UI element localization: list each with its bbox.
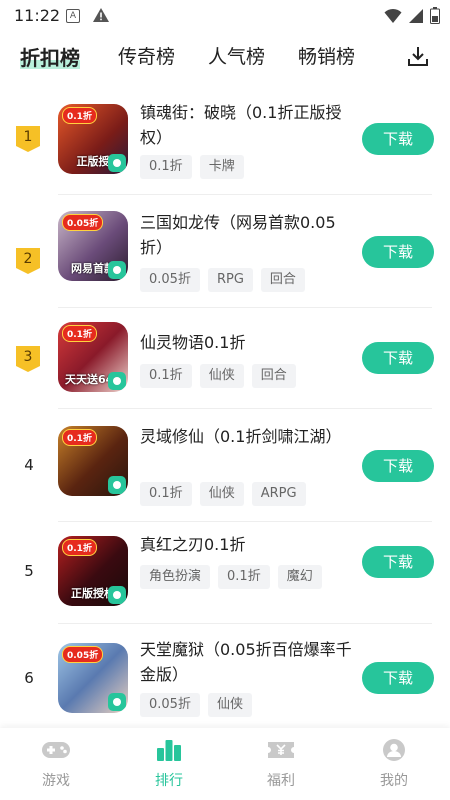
- download-button[interactable]: 下载: [362, 546, 434, 578]
- nav-label: 我的: [380, 773, 408, 789]
- game-icon[interactable]: 0.1折 正版授: [58, 104, 128, 174]
- nav-label: 游戏: [42, 773, 70, 789]
- tab-discount[interactable]: 折扣榜: [20, 42, 80, 71]
- game-title[interactable]: 真红之刃0.1折: [140, 532, 355, 557]
- user-icon: [379, 739, 409, 766]
- battery-icon: [430, 7, 440, 28]
- rank-number: 2: [23, 251, 33, 267]
- game-tag: 仙侠: [199, 364, 244, 388]
- status-time: 11:22: [14, 6, 61, 25]
- verified-icon: [108, 586, 126, 604]
- rank-number: 4: [24, 456, 34, 474]
- rank-badge-2: 2: [16, 248, 40, 274]
- icon-discount-badge: 0.05折: [62, 646, 104, 663]
- rank-number: 3: [23, 349, 33, 365]
- icon-discount-badge: 0.1折: [62, 107, 97, 124]
- icon-discount-badge: 0.05折: [62, 214, 104, 231]
- game-icon[interactable]: 0.1折: [58, 426, 128, 496]
- game-tags: 0.1折 仙侠 回合: [140, 364, 296, 388]
- divider: [58, 408, 432, 409]
- ranking-icon: [154, 740, 184, 766]
- download-manager-icon[interactable]: [406, 44, 430, 72]
- signal-icon: [408, 8, 424, 28]
- tab-popular[interactable]: 人气榜: [208, 42, 265, 69]
- game-icon[interactable]: 0.05折 网易首款: [58, 211, 128, 281]
- game-tag: ARPG: [251, 482, 306, 506]
- download-button[interactable]: 下载: [362, 123, 434, 155]
- nav-ranking[interactable]: 排行: [129, 738, 209, 790]
- warning-icon: [92, 7, 110, 27]
- bottom-nav: 游戏 排行 福利 我的: [0, 728, 450, 800]
- game-tag: 回合: [251, 364, 296, 388]
- download-button[interactable]: 下载: [362, 342, 434, 374]
- download-button[interactable]: 下载: [362, 450, 434, 482]
- list-item[interactable]: 3 0.1折 天天送648 仙灵物语0.1折 0.1折 仙侠 回合 下载: [0, 308, 450, 415]
- game-tag: 角色扮演: [140, 565, 211, 589]
- verified-icon: [108, 476, 126, 494]
- verified-icon: [108, 693, 126, 711]
- icon-discount-badge: 0.1折: [62, 539, 97, 556]
- status-bar: 11:22 A: [0, 0, 450, 32]
- rank-number: 1: [23, 129, 33, 145]
- ticket-icon: [266, 742, 296, 766]
- tab-bestseller[interactable]: 畅销榜: [298, 42, 355, 69]
- game-tag: 0.05折: [140, 693, 200, 717]
- a-notification-icon: A: [66, 9, 80, 23]
- game-icon[interactable]: 0.1折 天天送648: [58, 322, 128, 392]
- tab-label: 折扣榜: [20, 46, 80, 70]
- game-tag: 0.1折: [218, 565, 270, 589]
- game-tag: 魔幻: [277, 565, 322, 589]
- rank-number: 5: [24, 562, 34, 580]
- game-tags: 0.05折 RPG 回合: [140, 268, 305, 292]
- game-tags: 0.05折 仙侠: [140, 693, 252, 717]
- game-title[interactable]: 镇魂街：破晓（0.1折正版授权）: [140, 100, 355, 150]
- game-tag: 仙侠: [199, 482, 244, 506]
- game-tag: 0.1折: [140, 364, 192, 388]
- rank-badge-1: 1: [16, 126, 40, 152]
- game-tag: 0.05折: [140, 268, 200, 292]
- game-tag: 0.1折: [140, 155, 192, 179]
- verified-icon: [108, 261, 126, 279]
- tab-legend[interactable]: 传奇榜: [118, 42, 175, 69]
- game-tag: 仙侠: [207, 693, 252, 717]
- list-item[interactable]: 5 0.1折 正版授权 真红之刃0.1折 角色扮演 0.1折 魔幻 下载: [0, 522, 450, 629]
- icon-discount-badge: 0.1折: [62, 325, 97, 342]
- rank-number: 6: [24, 669, 34, 687]
- game-icon[interactable]: 0.1折 正版授权: [58, 536, 128, 606]
- verified-icon: [108, 154, 126, 172]
- divider: [58, 194, 432, 195]
- verified-icon: [108, 372, 126, 390]
- nav-me[interactable]: 我的: [354, 738, 434, 790]
- nav-benefits[interactable]: 福利: [241, 738, 321, 790]
- download-button[interactable]: 下载: [362, 236, 434, 268]
- wifi-icon: [384, 8, 402, 28]
- game-tag: RPG: [207, 268, 253, 292]
- divider: [58, 623, 432, 624]
- game-tags: 0.1折 卡牌: [140, 155, 244, 179]
- game-tags: 0.1折 仙侠 ARPG: [140, 482, 306, 506]
- game-tag: 回合: [260, 268, 305, 292]
- list-item[interactable]: 1 0.1折 正版授 镇魂街：破晓（0.1折正版授权） 0.1折 卡牌 下载: [0, 90, 450, 197]
- gamepad-icon: [41, 742, 71, 766]
- list-item[interactable]: 2 0.05折 网易首款 三国如龙传（网易首款0.05折） 0.05折 RPG …: [0, 196, 450, 308]
- game-tags: 角色扮演 0.1折 魔幻: [140, 565, 322, 589]
- game-title[interactable]: 灵域修仙（0.1折剑啸江湖）: [140, 424, 355, 449]
- download-button[interactable]: 下载: [362, 662, 434, 694]
- ranking-tabs: 折扣榜 传奇榜 人气榜 畅销榜: [0, 34, 450, 84]
- nav-label: 排行: [155, 773, 183, 789]
- icon-discount-badge: 0.1折: [62, 429, 97, 446]
- game-tag: 0.1折: [140, 482, 192, 506]
- game-title[interactable]: 三国如龙传（网易首款0.05折）: [140, 210, 355, 260]
- nav-games[interactable]: 游戏: [16, 738, 96, 790]
- game-icon[interactable]: 0.05折: [58, 643, 128, 713]
- list-item[interactable]: 6 0.05折 天堂魔狱（0.05折百倍爆率千金版） 0.05折 仙侠 下载: [0, 625, 450, 732]
- list-item[interactable]: 4 0.1折 灵域修仙（0.1折剑啸江湖） 0.1折 仙侠 ARPG 下载: [0, 410, 450, 522]
- game-tag: 卡牌: [199, 155, 244, 179]
- rank-badge-3: 3: [16, 346, 40, 372]
- game-title[interactable]: 天堂魔狱（0.05折百倍爆率千金版）: [140, 637, 355, 687]
- game-title[interactable]: 仙灵物语0.1折: [140, 330, 355, 355]
- nav-label: 福利: [267, 773, 295, 789]
